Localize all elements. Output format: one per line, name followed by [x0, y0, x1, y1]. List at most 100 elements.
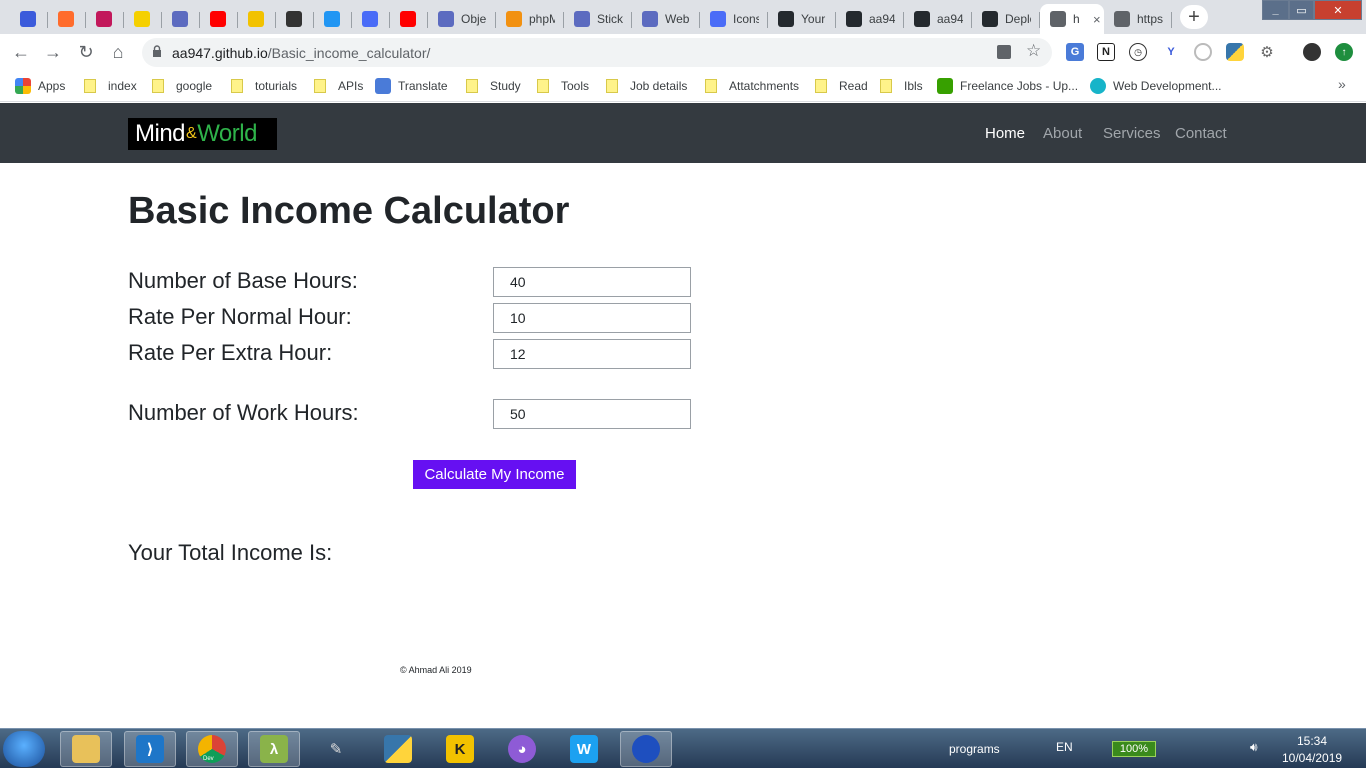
clock-date[interactable]: 10/04/2019: [1282, 751, 1342, 765]
folder-icon: [466, 79, 478, 93]
translate-extension-icon[interactable]: G: [1066, 43, 1084, 61]
home-icon[interactable]: ⌂: [107, 41, 129, 63]
browser-tab[interactable]: https: [1104, 4, 1172, 34]
back-icon[interactable]: ←: [10, 41, 32, 63]
bookmark-label: Web Development...: [1113, 79, 1222, 93]
taskbar-python[interactable]: [372, 731, 424, 767]
battery-indicator[interactable]: 100%: [1112, 741, 1156, 757]
phone-icon: [324, 11, 340, 27]
base-hours-input[interactable]: [493, 267, 691, 297]
nav-home[interactable]: Home: [985, 125, 1025, 142]
flag-icon: [362, 11, 378, 27]
bookmark-item[interactable]: Ibls: [880, 77, 923, 95]
taskbar-pen-app[interactable]: ✎: [310, 731, 362, 767]
bookmark-label: Translate: [398, 79, 448, 93]
browser-tab[interactable]: aa94: [836, 4, 904, 34]
browser-tab[interactable]: Web: [632, 4, 700, 34]
taskbar-vscode[interactable]: ⟩: [124, 731, 176, 767]
nav-contact[interactable]: Contact: [1175, 125, 1227, 142]
taskbar-pyramid-app[interactable]: λ: [248, 731, 300, 767]
bookmark-item[interactable]: Web Development...: [1090, 77, 1222, 95]
bookmark-item[interactable]: Freelance Jobs - Up...: [937, 77, 1078, 95]
browser-tab[interactable]: aa94: [904, 4, 972, 34]
start-button[interactable]: [3, 731, 45, 767]
bookmark-item[interactable]: Tools: [537, 77, 589, 95]
folder-icon: [152, 79, 164, 93]
browser-tab[interactable]: [162, 4, 200, 34]
calculate-income-button[interactable]: Calculate My Income: [413, 460, 576, 489]
taskbar-firefox[interactable]: [620, 731, 672, 767]
browser-tab[interactable]: [314, 4, 352, 34]
pyramid-icon: λ: [260, 735, 288, 763]
nav-services[interactable]: Services: [1103, 125, 1161, 142]
close-window-button[interactable]: ✕: [1314, 0, 1362, 20]
browser-tab[interactable]: [352, 4, 390, 34]
taskbar-k-app[interactable]: K: [434, 731, 486, 767]
bookmark-item[interactable]: Read: [815, 77, 868, 95]
browser-tab[interactable]: [10, 4, 48, 34]
link-icon: [574, 11, 590, 27]
browser-tab[interactable]: phpM: [496, 4, 564, 34]
bookmark-item[interactable]: Study: [466, 77, 521, 95]
new-tab-button[interactable]: +: [1180, 5, 1208, 29]
gear-extension-icon[interactable]: ⚙: [1258, 43, 1276, 61]
circle-extension-icon[interactable]: [1194, 43, 1212, 61]
update-icon[interactable]: ↑: [1335, 43, 1353, 61]
link-icon: [438, 11, 454, 27]
browser-tab[interactable]: Deplo: [972, 4, 1040, 34]
browser-tab[interactable]: Icons: [700, 4, 768, 34]
bookmark-item[interactable]: APIs: [314, 77, 363, 95]
bookmark-item[interactable]: index: [84, 77, 137, 95]
clock-extension-icon[interactable]: ◷: [1129, 43, 1147, 61]
browser-tab[interactable]: [200, 4, 238, 34]
close-tab-icon[interactable]: ×: [1093, 12, 1101, 27]
browser-tab[interactable]: [86, 4, 124, 34]
bookmark-item[interactable]: Apps: [15, 77, 65, 95]
browser-tab[interactable]: [238, 4, 276, 34]
volume-icon[interactable]: 🔊︎: [1250, 740, 1258, 755]
site-logo[interactable]: Mind & World: [128, 118, 277, 150]
bookmark-item[interactable]: Attatchments: [705, 77, 799, 95]
taskbar-chrome-dev[interactable]: Dev: [186, 731, 238, 767]
reload-icon[interactable]: ↻: [75, 41, 97, 63]
browser-tab[interactable]: Your: [768, 4, 836, 34]
notion-extension-icon[interactable]: N: [1097, 43, 1115, 61]
browser-tab[interactable]: [48, 4, 86, 34]
bookmark-item[interactable]: google: [152, 77, 212, 95]
github-icon: [914, 11, 930, 27]
maximize-button[interactable]: ▭: [1289, 0, 1314, 20]
python-extension-icon[interactable]: [1226, 43, 1244, 61]
browser-tab[interactable]: h ×: [1040, 4, 1104, 34]
y-extension-icon[interactable]: Y: [1162, 43, 1180, 61]
taskbar-w-app[interactable]: W: [558, 731, 610, 767]
extra-rate-input[interactable]: [493, 339, 691, 369]
clock-time[interactable]: 15:34: [1297, 734, 1327, 748]
work-hours-input[interactable]: [493, 399, 691, 429]
minimize-button[interactable]: _: [1262, 0, 1289, 20]
language-indicator[interactable]: EN: [1056, 740, 1073, 754]
taskbar-file-explorer[interactable]: [60, 731, 112, 767]
browser-tab[interactable]: [390, 4, 428, 34]
browser-tab[interactable]: Sticky: [564, 4, 632, 34]
browser-tab[interactable]: [276, 4, 314, 34]
normal-rate-input[interactable]: [493, 303, 691, 333]
taskbar-github-desktop[interactable]: ◕: [496, 731, 548, 767]
bookmark-item[interactable]: toturials: [231, 77, 297, 95]
globe-icon: [1114, 11, 1130, 27]
forward-icon[interactable]: →: [42, 41, 64, 63]
tab-label: https: [1137, 12, 1163, 26]
avatar[interactable]: [1303, 43, 1321, 61]
programs-toolbar[interactable]: programs: [949, 742, 1000, 756]
address-bar[interactable]: aa947.github.io/Basic_income_calculator/…: [142, 38, 1052, 67]
tab-label: aa94: [937, 12, 963, 26]
webdev-icon: [1090, 78, 1106, 94]
browser-tab[interactable]: Obje: [428, 4, 496, 34]
star-icon[interactable]: ☆: [1026, 41, 1041, 61]
browser-tab[interactable]: [124, 4, 162, 34]
bookmark-item[interactable]: Translate: [375, 77, 448, 95]
bookmarks-overflow-button[interactable]: »: [1338, 76, 1346, 92]
folder-icon: [84, 79, 96, 93]
blocked-icon[interactable]: [997, 45, 1011, 59]
bookmark-item[interactable]: Job details: [606, 77, 687, 95]
nav-about[interactable]: About: [1043, 125, 1082, 142]
